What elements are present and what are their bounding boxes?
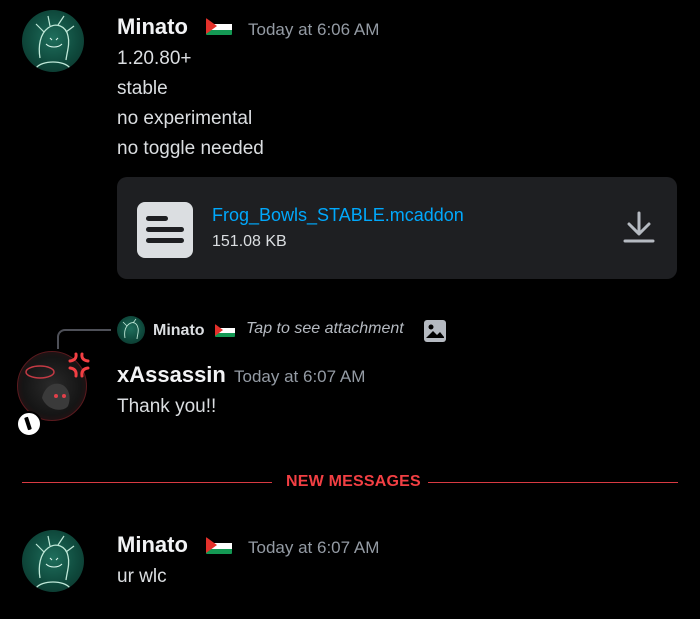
attachment-filename[interactable]: Frog_Bowls_STABLE.mcaddon [212,205,464,226]
attachment-size: 151.08 KB [212,233,287,250]
badge-icon [16,411,42,437]
anger-emoji-icon [68,352,90,378]
reply-author[interactable]: Minato [153,322,205,340]
file-icon [137,202,193,258]
avatar-minato[interactable] [22,530,84,592]
avatar-art-icon [35,535,75,589]
avatar-art-icon [35,15,75,69]
message-line: stable [117,78,168,99]
message-author[interactable]: xAssassin [117,362,226,388]
palestine-flag-icon [206,537,232,554]
new-messages-divider-right [428,482,678,483]
avatar-art-icon [122,318,139,340]
message-author[interactable]: Minato [117,14,188,40]
message-line: 1.20.80+ [117,48,192,69]
image-icon [424,320,446,342]
file-attachment[interactable]: Frog_Bowls_STABLE.mcaddon 151.08 KB [117,177,677,279]
message-line: Thank you!! [117,396,217,417]
message-timestamp: Today at 6:07 AM [234,367,366,386]
message-line: no experimental [117,108,253,129]
new-messages-divider-left [22,482,272,483]
message-timestamp: Today at 6:06 AM [248,20,380,39]
palestine-flag-icon [215,324,235,337]
message-line: ur wlc [117,566,167,587]
download-icon[interactable] [621,209,657,245]
message-author[interactable]: Minato [117,532,188,558]
message-timestamp: Today at 6:07 AM [248,538,380,557]
avatar-minato[interactable] [22,10,84,72]
palestine-flag-icon [206,18,232,35]
new-messages-label: NEW MESSAGES [286,473,421,490]
reply-avatar-minato[interactable] [117,316,145,344]
message-line: no toggle needed [117,138,264,159]
reply-preview-text[interactable]: Tap to see attachment [246,320,404,338]
reply-connector [57,329,111,349]
